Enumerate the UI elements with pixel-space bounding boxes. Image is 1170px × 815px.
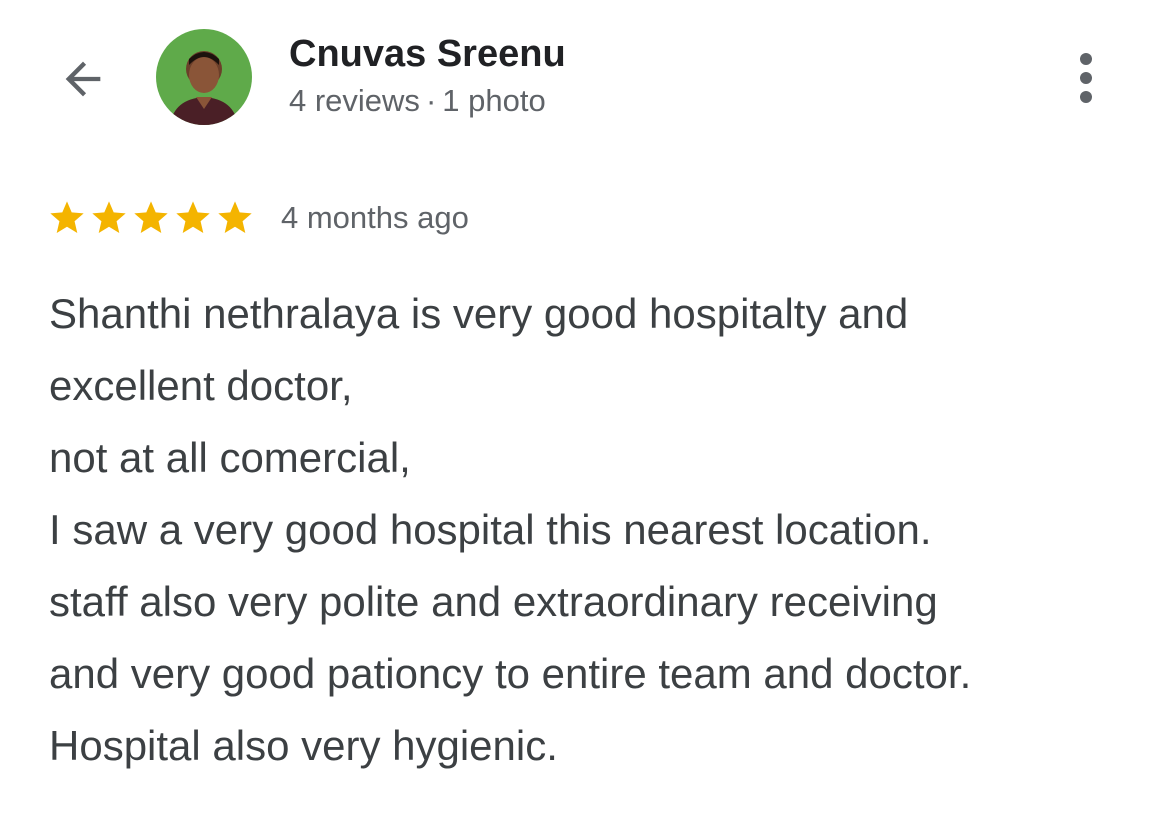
photos-count: 1 photo <box>442 83 546 118</box>
review-text-line: and very good pationcy to entire team an… <box>49 650 972 697</box>
star-icon <box>92 201 126 233</box>
more-vert-icon <box>1080 53 1092 103</box>
avatar[interactable] <box>156 29 252 125</box>
review-text-line: excellent doctor, <box>49 362 353 409</box>
review-text-line: Shanthi nethralaya is very good hospital… <box>49 290 909 337</box>
review-time: 4 months ago <box>281 200 469 235</box>
review-text-line: not at all comercial, <box>49 434 411 481</box>
arrow-back-icon <box>65 61 101 97</box>
reviewer-header: Cnuvas Sreenu 4 reviews · 1 photo <box>0 0 1170 150</box>
star-icon <box>50 201 84 233</box>
star-icon <box>134 201 168 233</box>
star-icon <box>176 201 210 233</box>
meta-separator: · <box>425 83 437 118</box>
star-icon <box>218 201 252 233</box>
review-text-line: Hospital also very hygienic. <box>49 722 558 769</box>
reviews-count: 4 reviews <box>289 83 420 118</box>
back-button[interactable] <box>52 48 114 110</box>
reviewer-stats: 4 reviews · 1 photo <box>289 81 546 121</box>
more-options-button[interactable] <box>1060 44 1112 112</box>
review-text: Shanthi nethralaya is very good hospital… <box>49 278 1149 782</box>
reviewer-name[interactable]: Cnuvas Sreenu <box>289 30 566 78</box>
review-text-line: staff also very polite and extraordinary… <box>49 578 938 625</box>
rating-row: 4 months ago <box>47 196 469 240</box>
star-rating <box>47 198 257 238</box>
review-text-line: I saw a very good hospital this nearest … <box>49 506 932 553</box>
